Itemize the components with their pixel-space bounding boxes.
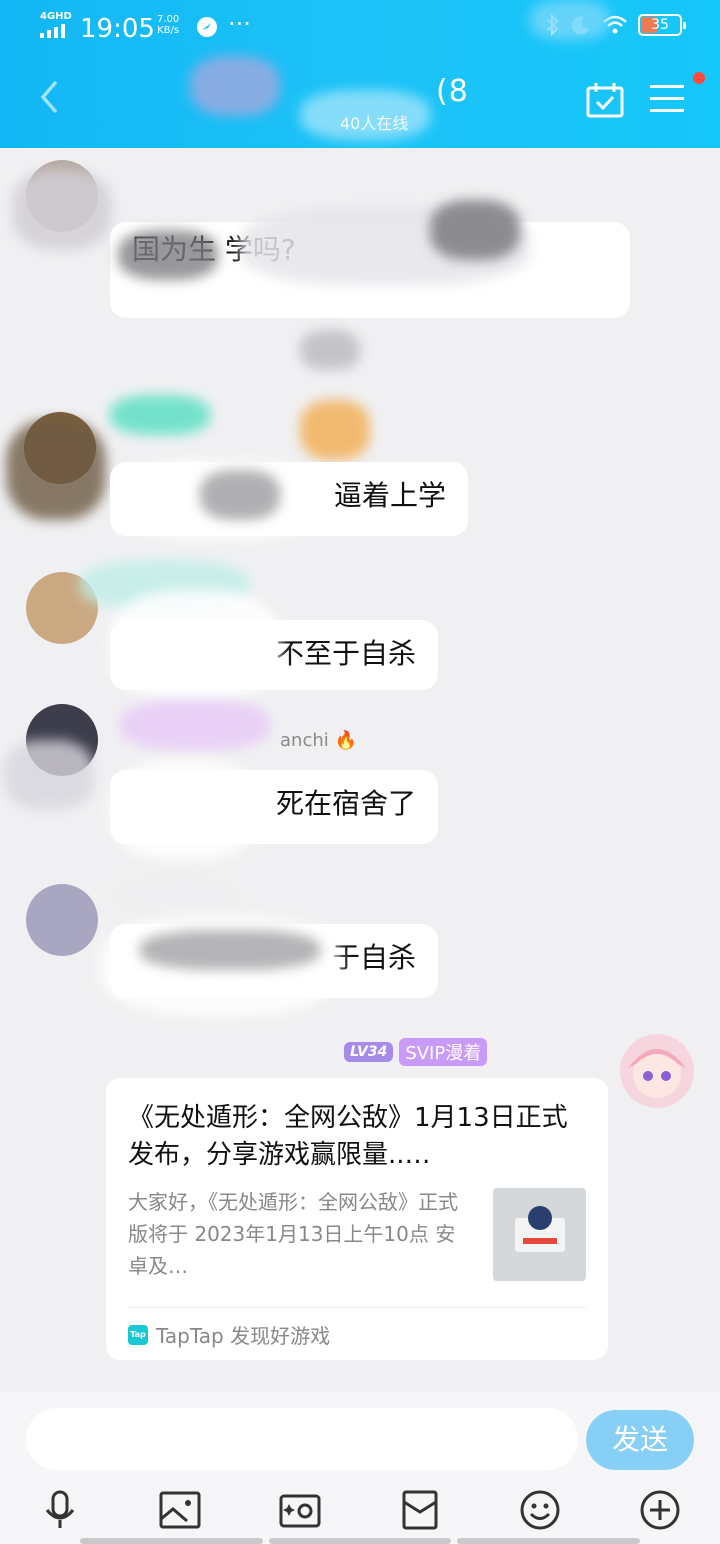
taptap-logo-icon: Tap <box>128 1324 148 1345</box>
back-arrow-icon[interactable] <box>40 80 60 114</box>
signal-icon <box>40 24 65 38</box>
self-avatar[interactable] <box>620 1034 694 1108</box>
battery-indicator: 35 <box>638 14 686 36</box>
nick-redaction <box>110 395 210 435</box>
level-badge: LV34 <box>344 1042 394 1062</box>
menu-icon[interactable] <box>650 84 684 114</box>
avatar[interactable] <box>26 884 98 956</box>
microphone-icon[interactable] <box>38 1488 82 1532</box>
red-packet-icon[interactable] <box>398 1488 442 1532</box>
card-divider <box>128 1307 586 1308</box>
nick-redaction <box>110 870 240 920</box>
network-type: 4GHD <box>40 11 72 22</box>
message-text: 死在宿舍了 <box>275 787 416 820</box>
compass-icon <box>197 17 217 37</box>
calendar-check-icon[interactable] <box>586 82 624 118</box>
group-title: (8 <box>436 74 469 109</box>
nick-redaction <box>120 700 270 750</box>
sender-nickname: anchi 🔥 <box>280 730 357 751</box>
status-redaction <box>530 0 610 40</box>
camera-icon[interactable] <box>278 1488 322 1532</box>
avatar-redaction <box>6 420 106 520</box>
nick-redaction <box>300 400 370 460</box>
fire-emoji: 🔥 <box>334 730 357 751</box>
text-redaction <box>110 760 260 860</box>
message-text: 于自杀 <box>331 941 416 974</box>
card-title: 《无处遁形：全网公敌》1月13日正式发布，分享游戏赢限量..… <box>128 1103 568 1170</box>
card-description: 大家好，《无处遁形：全网公敌》正式版将于 2023年1月13日上午10点 安卓及… <box>128 1190 458 1278</box>
text-redaction <box>430 200 520 260</box>
avatar-redaction <box>4 740 94 810</box>
text-redaction <box>140 930 320 970</box>
anime-avatar-icon <box>628 1049 686 1098</box>
card-source: Tap TapTap 发现好游戏 <box>128 1320 330 1349</box>
text-redaction <box>118 230 218 280</box>
game-badge-image-icon <box>493 1188 586 1281</box>
bottom-indicator <box>80 1538 641 1544</box>
plus-icon[interactable] <box>638 1488 682 1532</box>
message-input[interactable] <box>26 1408 578 1470</box>
text-redaction <box>110 590 280 700</box>
emoji-icon[interactable] <box>518 1488 562 1532</box>
notification-dot <box>693 72 705 84</box>
card-thumbnail <box>493 1188 586 1281</box>
message-text: 逼着上学 <box>333 479 446 512</box>
clock: 19:05 <box>80 14 155 44</box>
network-speed: 7.00 KB/s <box>157 14 180 36</box>
message-text: 不至于自杀 <box>275 637 416 670</box>
svip-badge: SVIP漫着 <box>399 1038 488 1066</box>
input-area: 发送 <box>0 1392 720 1544</box>
input-toolbar <box>0 1488 720 1530</box>
text-redaction <box>300 330 360 370</box>
sender-badges: LV34 SVIP漫着 <box>344 1038 488 1066</box>
status-bar: 4GHD 19:05 7.00 KB/s ··· 35 <box>0 0 720 56</box>
picture-icon[interactable] <box>158 1488 202 1532</box>
chat-header: 4GHD 19:05 7.00 KB/s ··· 35 (8 40人在线 <box>0 0 720 148</box>
online-count: 40人在线 <box>340 114 409 133</box>
send-button[interactable]: 发送 <box>586 1410 694 1470</box>
title-redaction <box>190 56 280 116</box>
text-redaction <box>200 470 280 520</box>
avatar-redaction <box>12 170 112 250</box>
shared-link-card[interactable]: 《无处遁形：全网公敌》1月13日正式发布，分享游戏赢限量..… 大家好，《无处遁… <box>106 1078 608 1360</box>
more-status-icon: ··· <box>228 10 251 38</box>
